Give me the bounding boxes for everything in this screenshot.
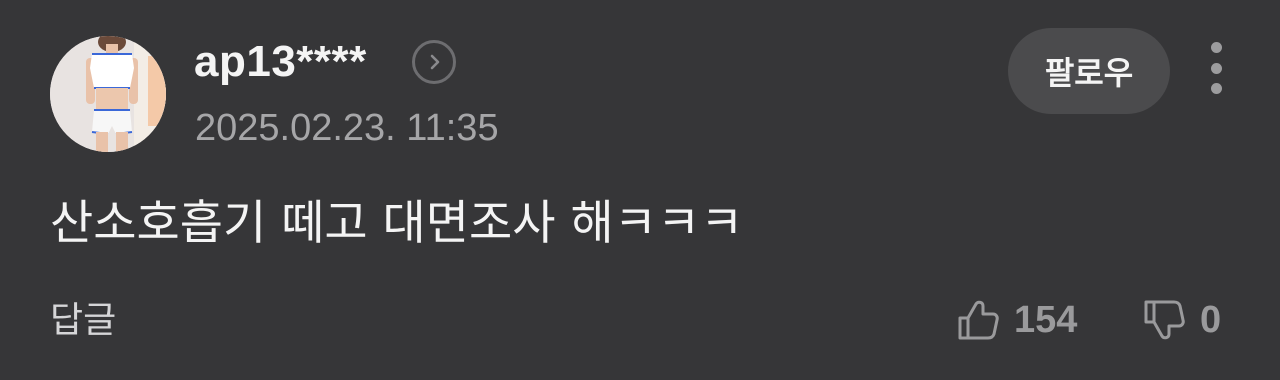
comment-timestamp: 2025.02.23. 11:35 xyxy=(195,107,499,149)
reply-button[interactable]: 답글 xyxy=(50,298,116,344)
avatar[interactable] xyxy=(50,36,166,152)
like-count: 154 xyxy=(1014,298,1078,341)
more-vertical-icon[interactable] xyxy=(1198,38,1234,98)
comment-text: 산소호흡기 떼고 대면조사 해ㅋㅋㅋ xyxy=(50,196,744,251)
follow-button[interactable]: 팔로우 xyxy=(1008,28,1170,114)
username[interactable]: ap13**** xyxy=(194,36,367,88)
thumbs-up-icon xyxy=(958,300,999,340)
dislike-button[interactable]: 0 xyxy=(1142,296,1221,344)
avatar-image xyxy=(50,36,166,152)
like-button[interactable]: 154 xyxy=(956,296,1077,344)
chevron-right-circle-icon[interactable] xyxy=(412,40,456,84)
dislike-count: 0 xyxy=(1200,298,1222,341)
comment-item: ap13**** 2025.02.23. 11:35 팔로우 산소호흡기 떼고 … xyxy=(0,0,1280,380)
thumbs-down-icon xyxy=(1144,300,1185,340)
